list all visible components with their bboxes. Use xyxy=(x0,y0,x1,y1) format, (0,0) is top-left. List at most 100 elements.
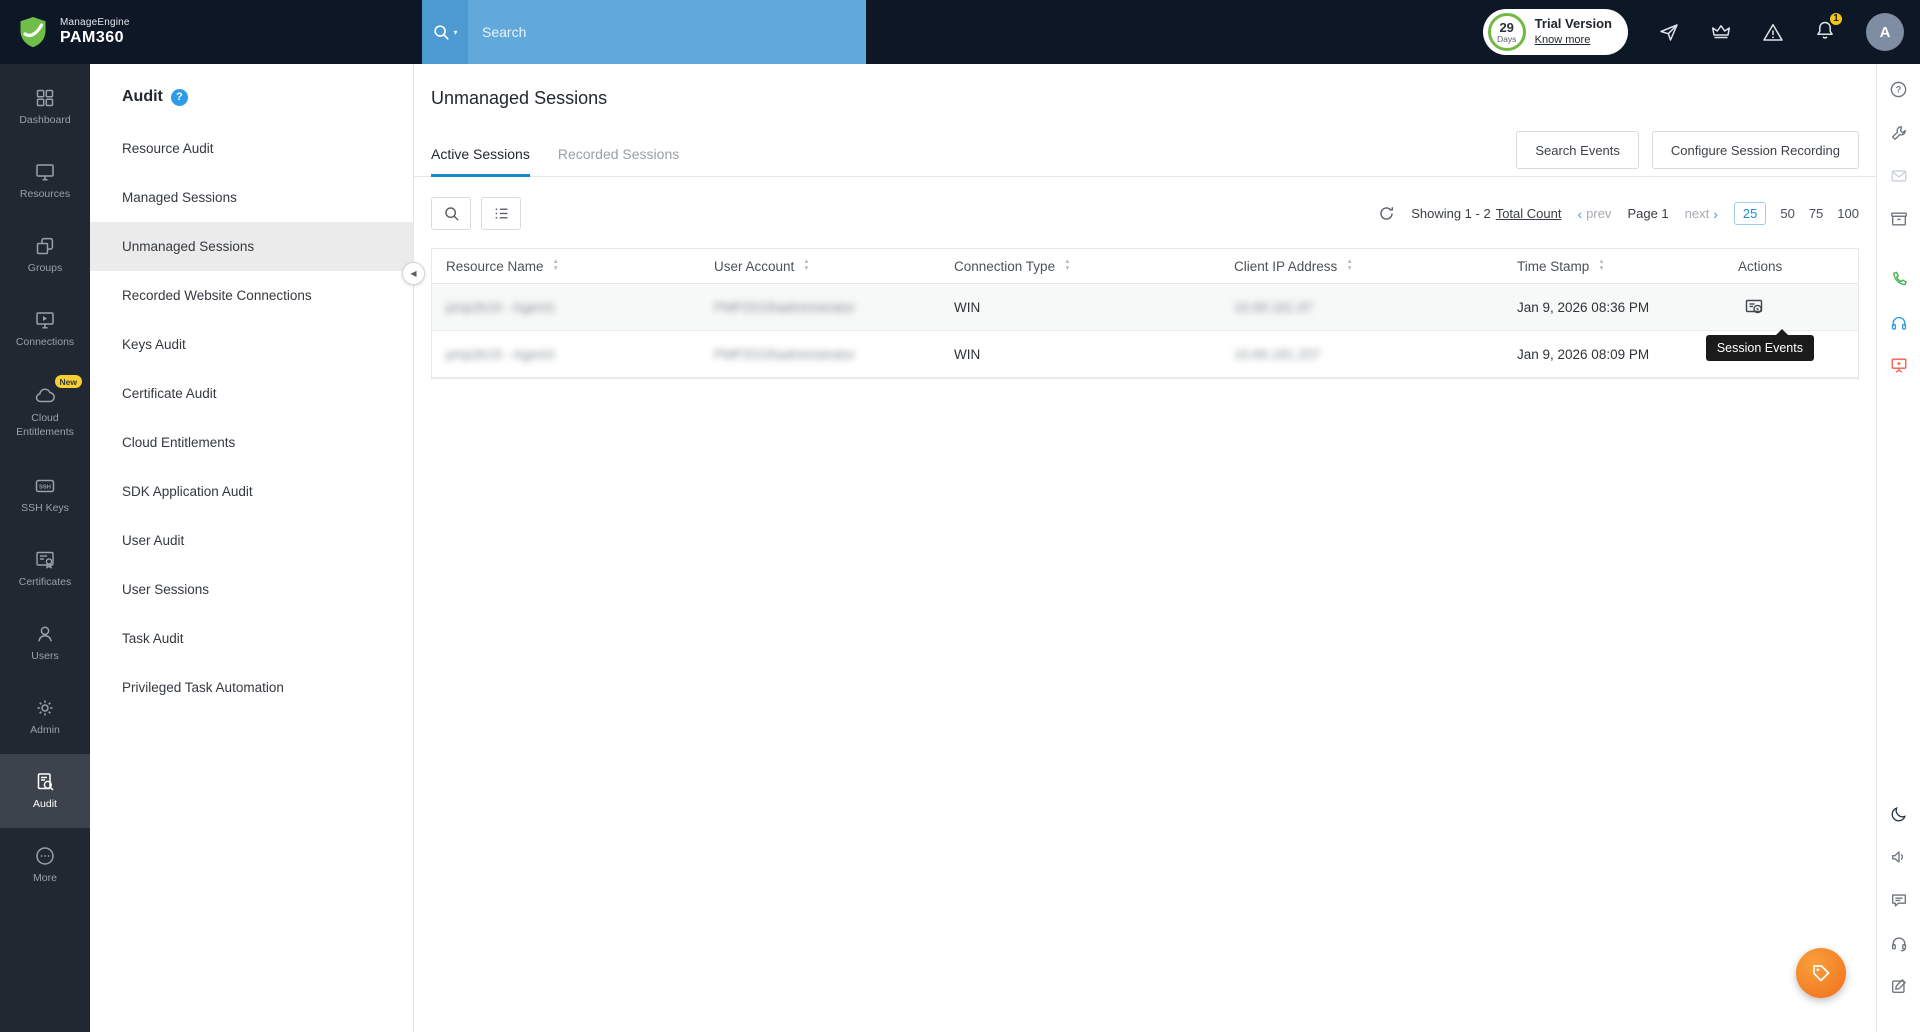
sidebar-item-resource-audit[interactable]: Resource Audit xyxy=(90,124,413,173)
prev-page-button[interactable]: ‹ prev xyxy=(1577,206,1611,222)
search-scope-button[interactable]: ▾ xyxy=(422,0,468,64)
column-header-time-stamp[interactable]: Time Stamp ▲ ▼ xyxy=(1503,249,1724,283)
column-header-connection-type[interactable]: Connection Type ▲ ▼ xyxy=(940,249,1220,283)
trial-version-pill[interactable]: 29 Days Trial Version Know more xyxy=(1482,9,1628,55)
resource-name-cell: pmp2k19 - Agent1 xyxy=(446,299,556,315)
nav-certificates[interactable]: Certificates xyxy=(0,532,90,606)
sidebar-item-unmanaged-sessions[interactable]: Unmanaged Sessions xyxy=(90,222,413,271)
nav-label: Groups xyxy=(27,261,63,274)
phone-icon[interactable] xyxy=(1890,270,1908,288)
sidebar-item-managed-sessions[interactable]: Managed Sessions xyxy=(90,173,413,222)
tab-active-sessions[interactable]: Active Sessions xyxy=(431,146,530,177)
tab-recorded-sessions[interactable]: Recorded Sessions xyxy=(558,146,679,176)
sidebar-title: Audit xyxy=(122,88,163,105)
send-feedback-icon[interactable] xyxy=(1658,21,1680,43)
sidebar-item-certificate-audit[interactable]: Certificate Audit xyxy=(90,369,413,418)
dark-mode-moon-icon[interactable] xyxy=(1890,805,1908,823)
nav-audit[interactable]: Audit xyxy=(0,754,90,828)
nav-resources[interactable]: Resources xyxy=(0,144,90,218)
session-events-tooltip: Session Events xyxy=(1705,329,1814,361)
chat-bubble-icon[interactable] xyxy=(1890,891,1908,909)
search-input[interactable] xyxy=(468,0,866,64)
column-label: Time Stamp xyxy=(1517,258,1590,274)
nav-label: Admin xyxy=(30,723,60,736)
table-search-button[interactable] xyxy=(431,197,471,230)
app-logo[interactable]: ManageEngine PAM360 xyxy=(0,15,130,49)
column-label: Connection Type xyxy=(954,258,1056,274)
sidebar-item-privileged-task-automation[interactable]: Privileged Task Automation xyxy=(90,663,413,712)
whats-new-crown-icon[interactable] xyxy=(1710,21,1732,43)
column-label: Actions xyxy=(1738,258,1783,274)
nav-users[interactable]: Users xyxy=(0,606,90,680)
page-size-25[interactable]: 25 xyxy=(1733,202,1767,225)
alerts-warning-icon[interactable] xyxy=(1762,21,1784,43)
nav-admin[interactable]: Admin xyxy=(0,680,90,754)
sidebar-item-cloud-entitlements[interactable]: Cloud Entitlements xyxy=(90,418,413,467)
resources-icon xyxy=(36,164,54,181)
sidebar-item-sdk-application-audit[interactable]: SDK Application Audit xyxy=(90,467,413,516)
sidebar-item-label: Managed Sessions xyxy=(122,190,237,205)
sidebar-item-label: User Audit xyxy=(122,533,185,548)
next-label: next xyxy=(1684,206,1710,221)
sidebar-item-label: Privileged Task Automation xyxy=(122,680,284,695)
sidebar-item-keys-audit[interactable]: Keys Audit xyxy=(90,320,413,369)
primary-nav-rail: Dashboard Resources Groups Connections N… xyxy=(0,64,90,1032)
configure-session-recording-button[interactable]: Configure Session Recording xyxy=(1651,131,1859,169)
sidebar-collapse-button[interactable]: ◀ xyxy=(402,262,425,285)
nav-groups[interactable]: Groups xyxy=(0,218,90,292)
next-page-button[interactable]: next › xyxy=(1685,206,1718,222)
mail-icon[interactable] xyxy=(1890,167,1908,185)
column-header-resource-name[interactable]: Resource Name ▲ ▼ xyxy=(432,249,700,283)
client-ip-cell: 10.69.181.207 xyxy=(1234,346,1321,362)
sidebar-item-task-audit[interactable]: Task Audit xyxy=(90,614,413,663)
know-more-link[interactable]: Know more xyxy=(1535,33,1612,47)
chevron-left-icon: ‹ xyxy=(1577,205,1583,222)
client-ip-cell: 10.69.181.97 xyxy=(1234,299,1313,315)
help-icon[interactable]: ? xyxy=(170,88,188,106)
notifications-bell[interactable]: 1 xyxy=(1814,10,1844,46)
compose-edit-icon[interactable] xyxy=(1890,977,1908,995)
megaphone-icon[interactable] xyxy=(1890,848,1908,866)
chevron-left-icon: ◀ xyxy=(410,269,417,278)
page-size-75[interactable]: 75 xyxy=(1809,206,1823,221)
groups-icon xyxy=(36,237,54,255)
user-account-cell: PMP2019\administrator xyxy=(714,299,856,315)
session-events-icon xyxy=(1745,299,1763,314)
archive-box-icon[interactable] xyxy=(1890,210,1908,228)
session-events-button[interactable] xyxy=(1744,297,1764,317)
main-content: Unmanaged Sessions Active Sessions Recor… xyxy=(414,64,1876,1032)
nav-dashboard[interactable]: Dashboard xyxy=(0,70,90,144)
column-header-user-account[interactable]: User Account ▲ ▼ xyxy=(700,249,940,283)
headset-icon[interactable] xyxy=(1890,934,1908,952)
nav-more[interactable]: More xyxy=(0,828,90,902)
notification-count-badge: 1 xyxy=(1828,10,1844,27)
showing-range: Showing 1 - 2 xyxy=(1411,206,1491,221)
sidebar-item-user-sessions[interactable]: User Sessions xyxy=(90,565,413,614)
sidebar-item-user-audit[interactable]: User Audit xyxy=(90,516,413,565)
presentation-screen-icon[interactable] xyxy=(1890,356,1908,374)
help-circle-icon[interactable]: ? xyxy=(1889,80,1908,99)
admin-gear-icon xyxy=(37,700,53,716)
total-count-link[interactable]: Total Count xyxy=(1496,206,1562,221)
search-events-button[interactable]: Search Events xyxy=(1516,131,1639,169)
sort-icon: ▲ ▼ xyxy=(1598,258,1605,272)
nav-ssh-keys[interactable]: SSH SSH Keys xyxy=(0,458,90,532)
floating-tag-button[interactable] xyxy=(1796,948,1846,998)
page-size-100[interactable]: 100 xyxy=(1837,206,1859,221)
refresh-icon[interactable] xyxy=(1378,205,1395,222)
chevron-right-icon: › xyxy=(1713,205,1718,222)
trial-days-unit: Days xyxy=(1496,33,1517,44)
headphones-icon[interactable] xyxy=(1890,313,1908,331)
table-row: pmp2k19 - Agent1 PMP2019\administrator W… xyxy=(432,284,1858,331)
trial-days-badge: 29 Days xyxy=(1487,13,1526,51)
column-chooser-button[interactable] xyxy=(481,197,521,230)
wrench-icon[interactable] xyxy=(1890,124,1908,142)
sidebar-item-recorded-website-connections[interactable]: Recorded Website Connections xyxy=(90,271,413,320)
connection-type-cell: WIN xyxy=(954,299,981,315)
column-header-client-ip[interactable]: Client IP Address ▲ ▼ xyxy=(1220,249,1503,283)
page-size-50[interactable]: 50 xyxy=(1780,206,1794,221)
nav-cloud-entitlements[interactable]: New Cloud Entitlements xyxy=(0,366,90,458)
sidebar-item-label: Certificate Audit xyxy=(122,386,217,401)
user-avatar[interactable]: A xyxy=(1866,13,1904,51)
nav-connections[interactable]: Connections xyxy=(0,292,90,366)
